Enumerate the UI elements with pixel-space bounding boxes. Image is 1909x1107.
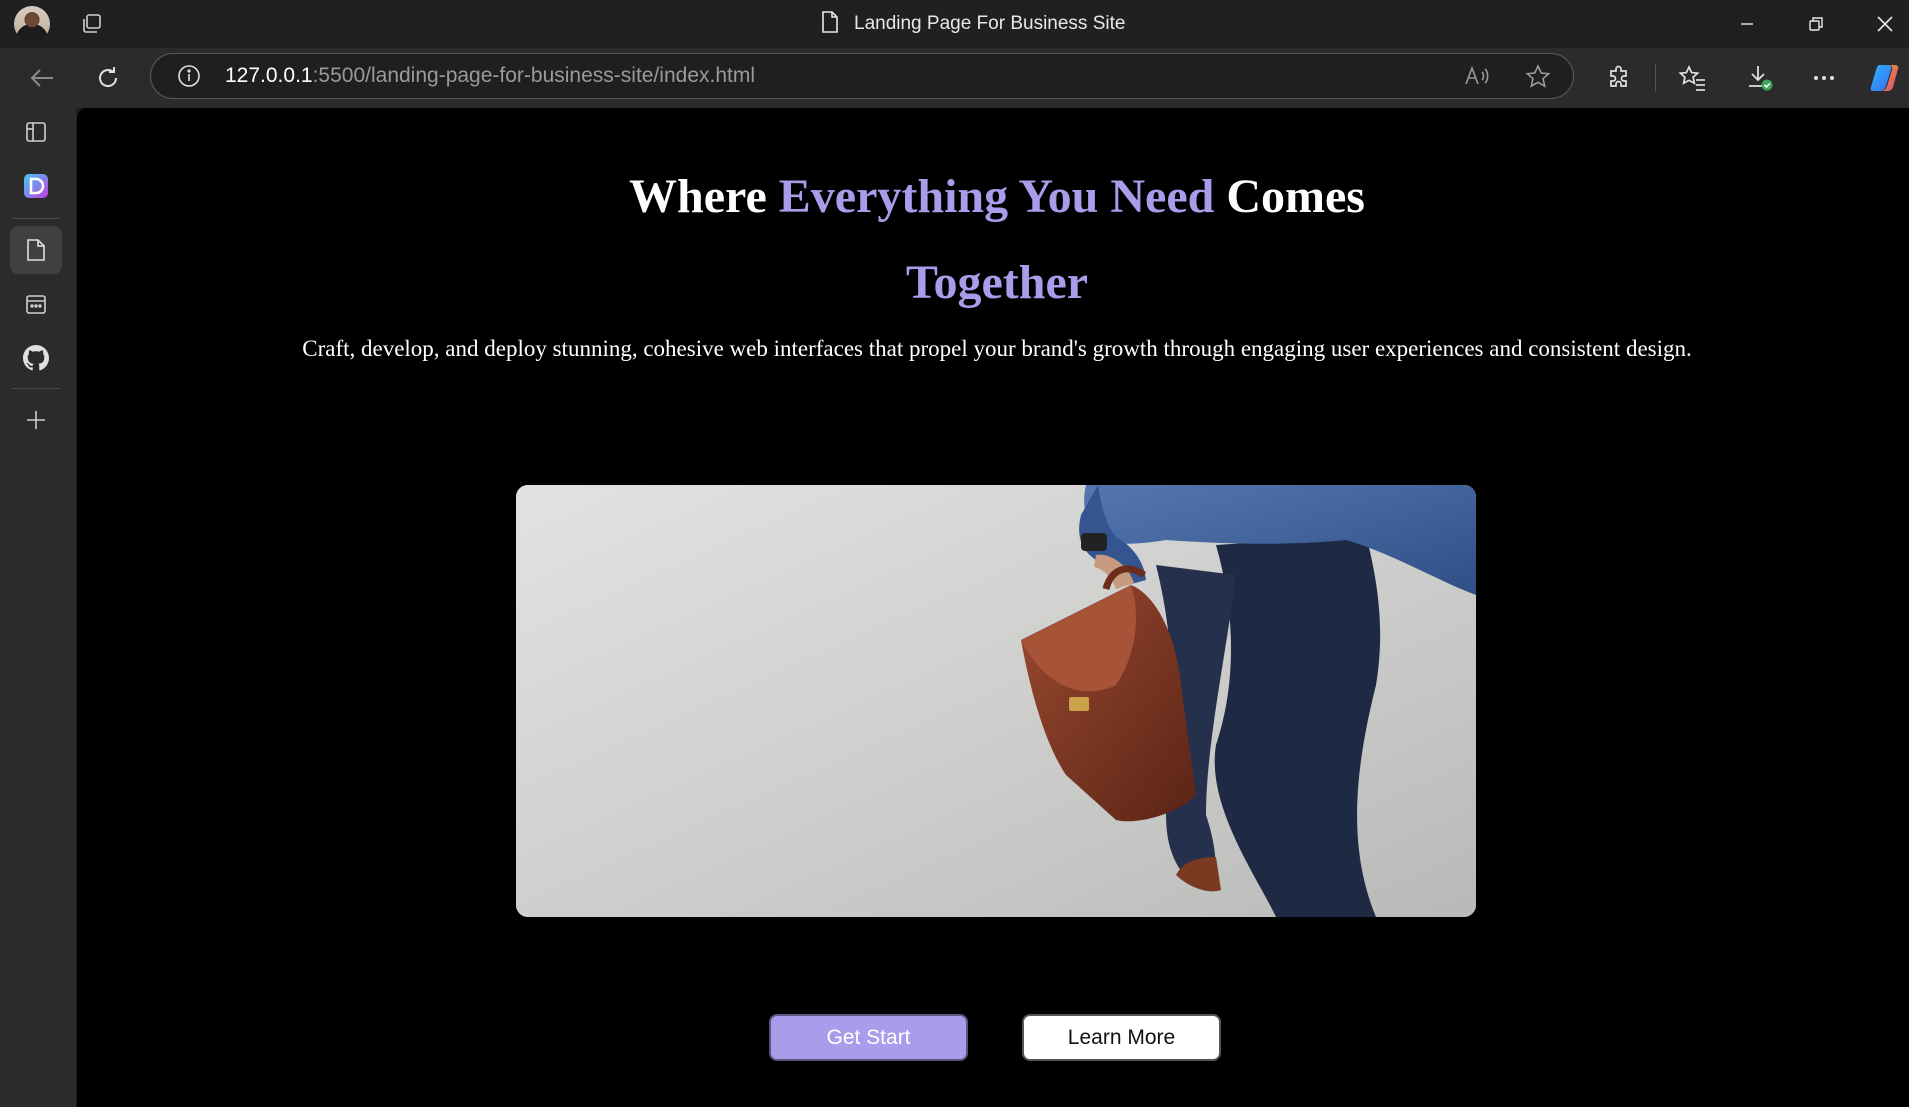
hero-title-part2: Comes xyxy=(1214,170,1365,223)
browser-toolbar: 127.0.0.1:5500/landing-page-for-business… xyxy=(0,48,1909,108)
learn-more-button[interactable]: Learn More xyxy=(1022,1014,1221,1061)
address-bar[interactable]: 127.0.0.1:5500/landing-page-for-business… xyxy=(150,53,1574,99)
restore-icon xyxy=(1809,17,1823,31)
back-arrow-icon xyxy=(30,69,53,87)
close-icon xyxy=(1877,16,1893,32)
app-d-button[interactable] xyxy=(10,162,62,210)
more-button[interactable] xyxy=(1806,60,1842,96)
calendar-icon xyxy=(26,295,46,314)
refresh-icon xyxy=(99,67,118,87)
browser-title-bar: Landing Page For Business Site xyxy=(0,0,1909,48)
page-icon xyxy=(27,239,45,261)
favorites-button[interactable] xyxy=(1674,60,1710,96)
github-icon xyxy=(23,345,49,371)
add-icon xyxy=(27,411,45,429)
copilot-button[interactable] xyxy=(1868,60,1904,96)
tab-title: Landing Page For Business Site xyxy=(854,13,1126,34)
more-icon xyxy=(1814,76,1834,80)
sidebar-divider xyxy=(12,218,60,219)
hero-title: Where Everything You Need Comes Together xyxy=(77,154,1909,326)
vertical-tabs-icon xyxy=(26,122,46,142)
hero-subtitle: Craft, develop, and deploy stunning, coh… xyxy=(302,336,1692,361)
hero-title-part1: Where xyxy=(629,170,779,223)
hero-image xyxy=(516,485,1476,917)
minimize-icon xyxy=(1741,23,1753,25)
close-window-button[interactable] xyxy=(1855,0,1909,48)
businessman-briefcase-photo xyxy=(516,485,1476,917)
favorite-star-icon[interactable] xyxy=(1525,64,1551,95)
refresh-button[interactable] xyxy=(90,60,126,96)
toolbar-divider xyxy=(1655,64,1656,92)
vertical-tabs-button[interactable] xyxy=(10,108,62,156)
copilot-icon xyxy=(1870,65,1899,91)
hero-title-accent: Everything You Need xyxy=(778,170,1215,223)
page-button[interactable] xyxy=(10,226,62,274)
downloads-icon xyxy=(1749,66,1773,91)
site-info-icon[interactable] xyxy=(177,64,201,93)
workspaces-icon[interactable] xyxy=(80,12,104,36)
url-host: 127.0.0.1 xyxy=(225,64,313,87)
page-icon xyxy=(820,10,840,39)
app-d-icon xyxy=(24,174,48,198)
read-aloud-icon[interactable] xyxy=(1464,64,1490,93)
url-text[interactable]: 127.0.0.1:5500/landing-page-for-business… xyxy=(225,54,755,98)
github-button[interactable] xyxy=(10,334,62,382)
extensions-button[interactable] xyxy=(1601,60,1637,96)
restore-button[interactable] xyxy=(1786,0,1846,48)
add-sidebar-app-button[interactable] xyxy=(10,396,62,444)
sidebar-divider xyxy=(12,388,60,389)
url-path: :5500/landing-page-for-business-site/ind… xyxy=(312,64,756,87)
extensions-icon xyxy=(1610,65,1627,87)
minimize-button[interactable] xyxy=(1717,0,1777,48)
calendar-button[interactable] xyxy=(10,280,62,328)
favorites-icon xyxy=(1678,65,1705,91)
get-start-button[interactable]: Get Start xyxy=(769,1014,968,1061)
hero-title-accent2: Together xyxy=(905,256,1089,309)
back-button[interactable] xyxy=(24,60,60,96)
page-viewport: Where Everything You Need Comes Together… xyxy=(77,108,1909,1107)
downloads-button[interactable] xyxy=(1742,60,1778,96)
browser-sidebar xyxy=(0,108,76,1107)
profile-avatar[interactable] xyxy=(14,6,50,42)
active-tab[interactable]: Landing Page For Business Site xyxy=(820,0,1125,48)
